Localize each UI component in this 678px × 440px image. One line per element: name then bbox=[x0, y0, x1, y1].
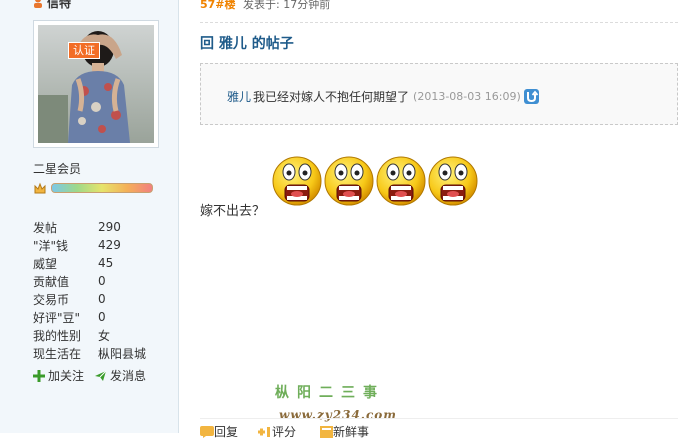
message-label: 发消息 bbox=[110, 369, 147, 383]
stat-value: 429 bbox=[98, 238, 121, 252]
user-icon bbox=[34, 0, 42, 8]
stat-row: 贡献值 0 bbox=[33, 272, 146, 290]
stat-row: 我的性别 女 bbox=[33, 326, 146, 344]
avatar[interactable]: 认证 bbox=[33, 20, 159, 148]
stat-value: 0 bbox=[98, 274, 106, 288]
stat-row: 现生活在 枞阳县城 bbox=[33, 344, 146, 362]
stat-row: 发帖 290 bbox=[33, 218, 146, 236]
new-feed-button[interactable]: 新鲜事 bbox=[320, 423, 369, 440]
jump-to-post-icon[interactable] bbox=[523, 89, 539, 104]
verify-badge: 认证 bbox=[68, 42, 100, 59]
stat-row: 交易币 0 bbox=[33, 290, 146, 308]
stat-value: 枞阳县城 bbox=[98, 346, 147, 361]
level-row bbox=[33, 181, 153, 195]
author-stats: 发帖 290 "洋"钱 429 威望 45 贡献值 0 交易币 0 好评"豆" 0 我的性别… bbox=[33, 218, 146, 362]
smiley-group bbox=[272, 155, 478, 209]
stat-value: 女 bbox=[98, 328, 111, 343]
author-name[interactable]: 信特 bbox=[47, 0, 71, 11]
member-rank: 二星会员 bbox=[33, 162, 82, 176]
level-bar bbox=[51, 183, 153, 193]
reply-label: 回复 bbox=[214, 425, 239, 439]
stat-label: 威望 bbox=[33, 256, 58, 271]
stat-value: 45 bbox=[98, 256, 114, 270]
stat-label: "洋"钱 bbox=[33, 238, 69, 253]
stat-label: 发帖 bbox=[33, 220, 58, 235]
rank-medal-icon bbox=[34, 182, 46, 194]
shocked-smiley-icon bbox=[376, 156, 426, 206]
news-icon bbox=[320, 425, 333, 438]
author-actions: 加关注 发消息 bbox=[33, 367, 146, 384]
shocked-smiley-icon bbox=[272, 156, 322, 206]
send-message-button[interactable]: 发消息 bbox=[94, 367, 146, 384]
post-meta: 57#楼 发表于: 17分钟前 bbox=[200, 0, 330, 12]
rate-button[interactable]: 评分 bbox=[258, 423, 296, 440]
follow-button[interactable]: 加关注 bbox=[33, 367, 84, 384]
stat-label: 我的性别 bbox=[33, 328, 82, 343]
rate-icon bbox=[258, 426, 270, 437]
post-content: 嫁不出去？ bbox=[200, 204, 266, 219]
author-sidebar: 信特 认证 二星会员 发帖 290 "洋"钱 429 威望 45 贡献值 0 交… bbox=[0, 0, 179, 433]
divider bbox=[200, 22, 678, 23]
stat-value[interactable]: 290 bbox=[98, 220, 121, 234]
plus-icon bbox=[33, 369, 45, 382]
quote-line: 雅儿 我已经对嫁人不抱任何期望了 (2013-08-03 16:09) bbox=[227, 88, 539, 105]
stat-value: 0 bbox=[98, 310, 106, 324]
author-name-row: 信特 bbox=[33, 0, 71, 10]
watermark: 枞阳二三事 www.zy234.com bbox=[275, 382, 396, 422]
posted-prefix: 发表于: bbox=[243, 0, 280, 11]
follow-label: 加关注 bbox=[48, 369, 85, 383]
stat-label: 好评"豆" bbox=[33, 310, 81, 325]
rate-label: 评分 bbox=[272, 425, 297, 439]
shocked-smiley-icon bbox=[324, 156, 374, 206]
stat-label: 贡献值 bbox=[33, 274, 70, 289]
quote-box: 雅儿 我已经对嫁人不抱任何期望了 (2013-08-03 16:09) bbox=[200, 63, 678, 125]
message-icon bbox=[95, 370, 107, 381]
stat-row: 好评"豆" 0 bbox=[33, 308, 146, 326]
quote-text: 我已经对嫁人不抱任何期望了 bbox=[253, 90, 410, 104]
quote-author[interactable]: 雅儿 bbox=[227, 88, 251, 105]
stat-row: "洋"钱 429 bbox=[33, 236, 146, 254]
reply-title: 回 雅儿 的帖子 bbox=[200, 36, 294, 52]
post-footer: 回复 评分 新鲜事 bbox=[200, 418, 678, 439]
reply-icon bbox=[200, 425, 214, 438]
quote-date: (2013-08-03 16:09) bbox=[413, 90, 521, 103]
floor-number[interactable]: 57#楼 bbox=[200, 0, 236, 11]
shocked-smiley-icon bbox=[428, 156, 478, 206]
new-feed-label: 新鲜事 bbox=[333, 425, 370, 439]
reply-button[interactable]: 回复 bbox=[200, 423, 238, 440]
watermark-text: 枞阳二三事 bbox=[275, 385, 385, 401]
stat-row: 威望 45 bbox=[33, 254, 146, 272]
stat-label: 交易币 bbox=[33, 292, 70, 307]
stat-value: 0 bbox=[98, 292, 106, 306]
posted-time: 17分钟前 bbox=[283, 0, 331, 11]
stat-label: 现生活在 bbox=[33, 346, 82, 361]
